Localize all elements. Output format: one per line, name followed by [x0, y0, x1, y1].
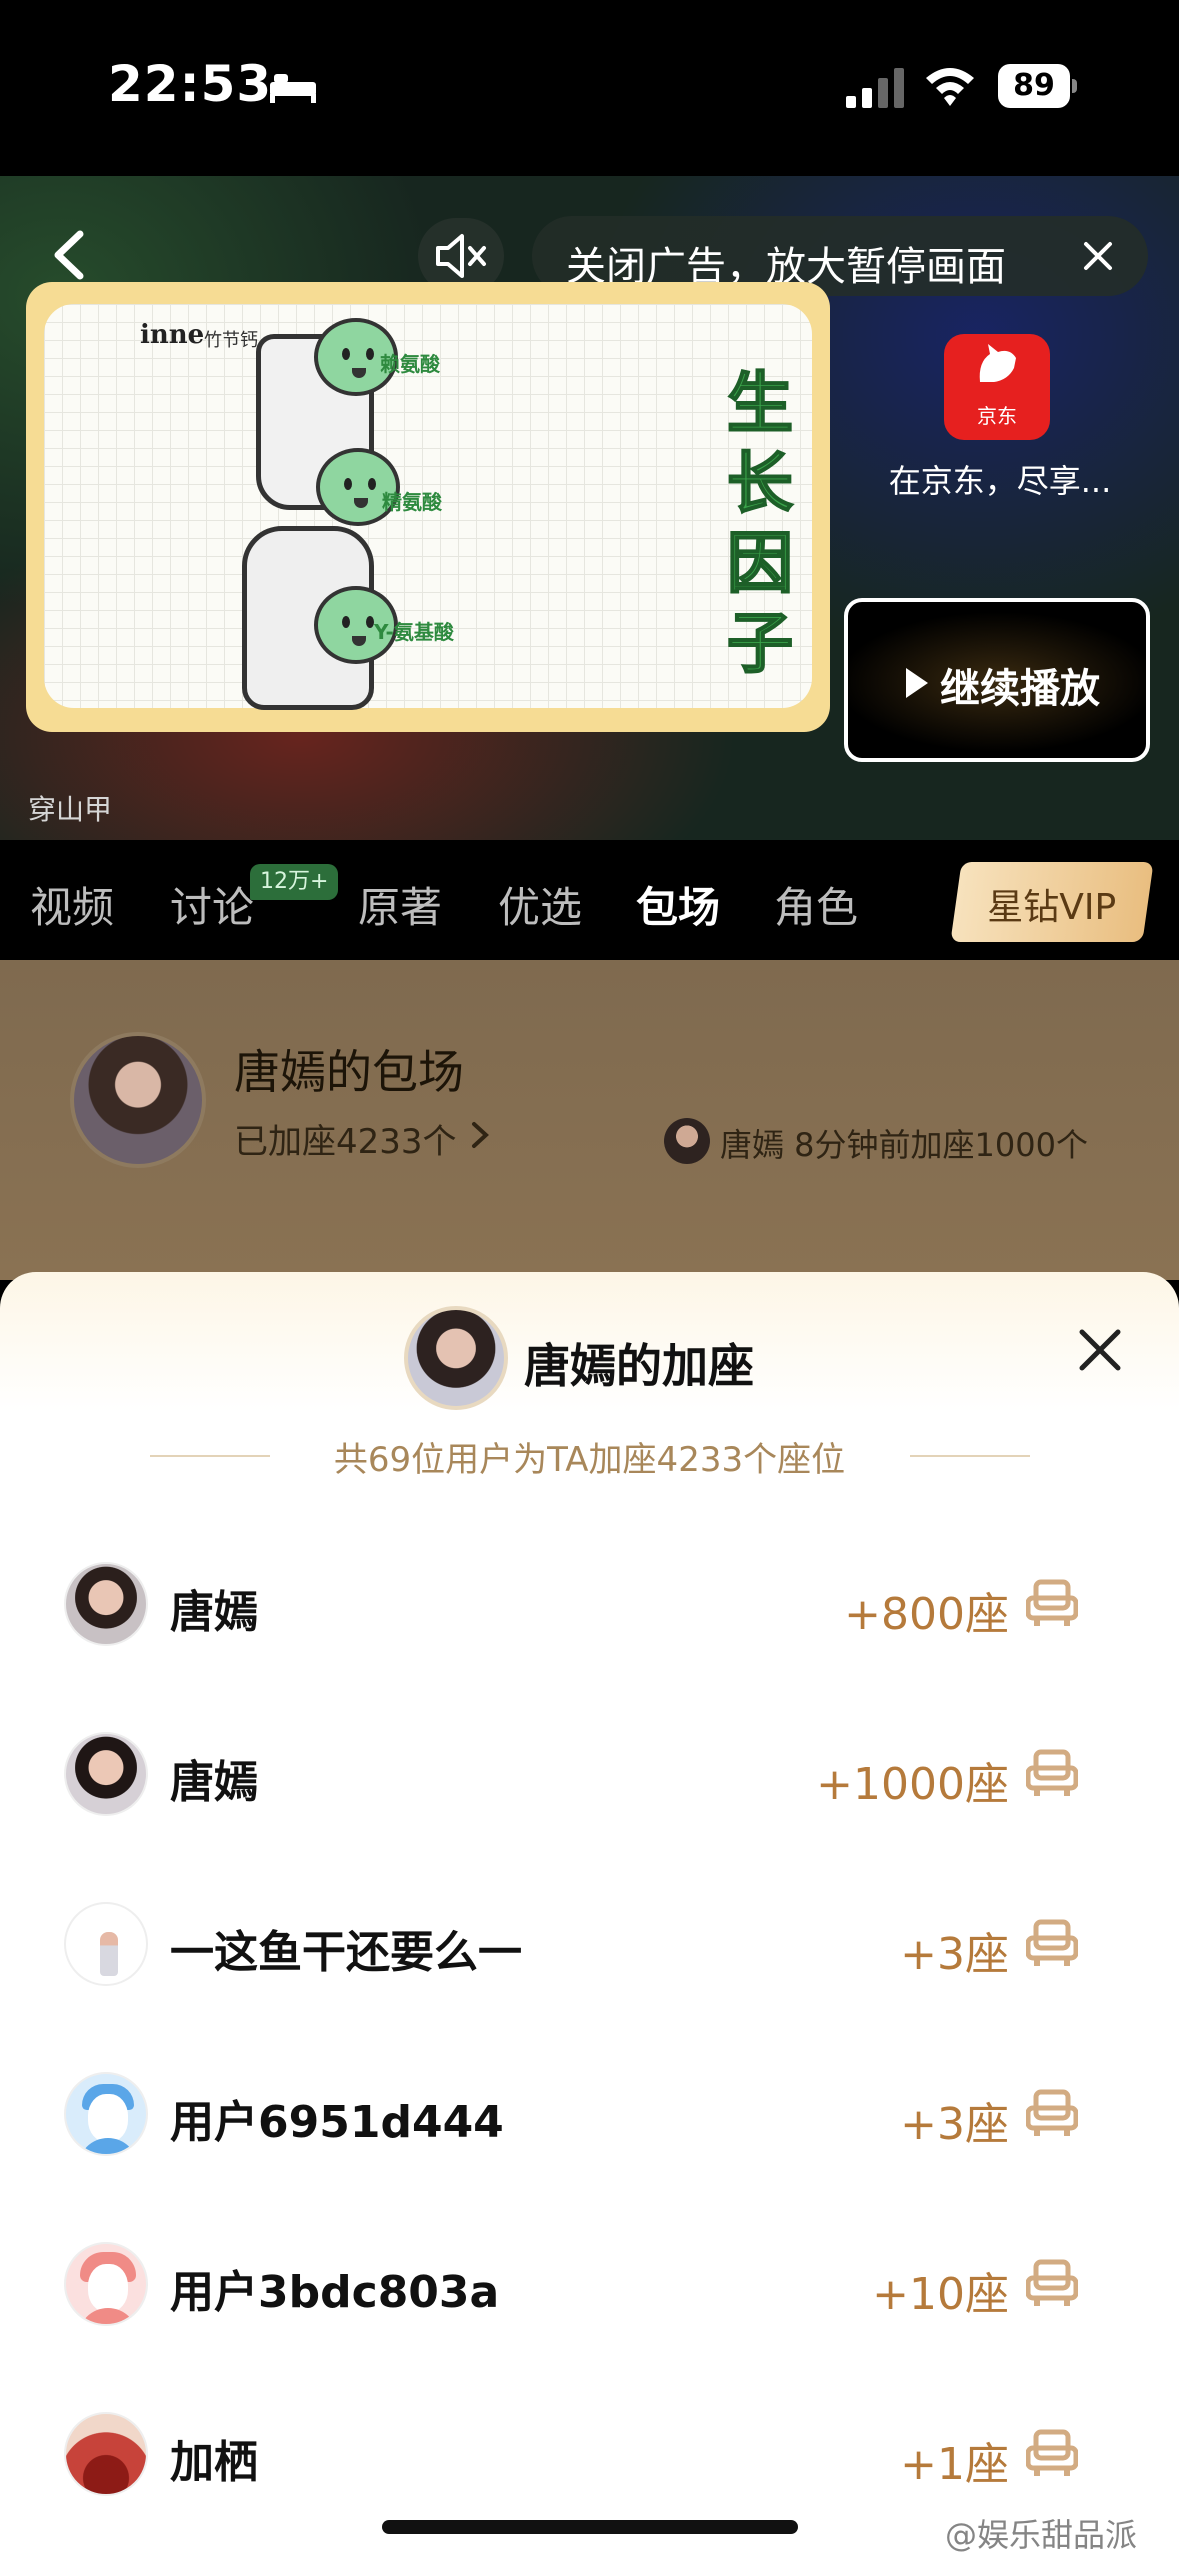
ad-banner[interactable]: inne 竹节钙 赖氨酸 精氨酸 Y-氨基酸 生长因子 — [26, 282, 830, 732]
tab-package[interactable]: 包场 — [636, 874, 720, 935]
user-avatar[interactable] — [64, 1732, 148, 1816]
seat-icon — [1026, 2429, 1078, 2476]
ball-label-2: 精氨酸 — [382, 490, 442, 514]
list-item[interactable]: 用户3bdc803a +10座 — [0, 2212, 1179, 2362]
sheet-host-avatar — [404, 1306, 508, 1410]
video-player[interactable]: 关闭广告，放大暂停画面 inne 竹节钙 赖氨酸 精氨酸 Y-氨基酸 生长因子 — [0, 176, 1179, 840]
recent-activity-text: 唐嫣 8分钟前加座1000个 — [720, 1126, 1088, 1164]
seat-count: +3座 — [900, 1929, 1009, 1980]
seat-icon — [1026, 2089, 1078, 2136]
watermark: @娱乐甜品派 — [945, 2516, 1138, 2554]
battery-indicator: 89 — [998, 64, 1078, 108]
user-name: 用户6951d444 — [170, 2097, 504, 2148]
seat-icon — [1026, 2259, 1078, 2306]
user-name: 用户3bdc803a — [170, 2267, 500, 2318]
ball-label-1: 赖氨酸 — [380, 352, 440, 376]
cellular-signal-icon — [846, 68, 904, 108]
package-seat-count[interactable]: 已加座4233个 — [234, 1114, 457, 1163]
tab-video[interactable]: 视频 — [30, 874, 114, 935]
list-item[interactable]: 用户6951d444 +3座 — [0, 2042, 1179, 2192]
seat-count: +3座 — [900, 2099, 1009, 2150]
user-name: 加栖 — [170, 2437, 258, 2488]
seat-count: +1座 — [900, 2439, 1009, 2490]
user-name: 一这鱼干还要么一 — [170, 1927, 522, 1978]
user-avatar[interactable] — [64, 1562, 148, 1646]
ad-network-label: 穿山甲 — [28, 793, 113, 826]
tab-bar: 视频 讨论 12万+ 原著 优选 包场 角色 星钻VIP — [0, 840, 1179, 960]
sheet-title: 唐嫣的加座 — [524, 1339, 754, 1393]
seat-count: +800座 — [844, 1589, 1009, 1640]
avatar-shirt — [78, 2138, 138, 2154]
sponsor-logo[interactable]: 京东 — [944, 334, 1050, 440]
list-item[interactable]: 一这鱼干还要么一 +3座 — [0, 1872, 1179, 2022]
close-icon[interactable] — [1074, 1324, 1126, 1376]
ad-brand-logo: inne — [140, 320, 205, 350]
seat-icon — [1026, 1749, 1078, 1796]
list-item[interactable]: 唐嫣 +800座 — [0, 1532, 1179, 1682]
discussion-count-badge: 12万+ — [250, 864, 339, 900]
package-title: 唐嫣的包场 — [234, 1045, 464, 1099]
sleep-focus-icon — [270, 74, 316, 103]
chevron-right-icon — [472, 1122, 489, 1148]
user-avatar-default-girl[interactable] — [64, 2242, 148, 2326]
sponsor-slogan[interactable]: 在京东，尽享... — [884, 456, 1116, 502]
back-arrow-icon[interactable] — [40, 222, 100, 288]
recent-activity-avatar — [664, 1118, 710, 1164]
ball-label-3: Y-氨基酸 — [374, 620, 454, 644]
user-name: 唐嫣 — [170, 1587, 258, 1638]
vip-label: 星钻VIP — [987, 887, 1117, 928]
avatar-face — [88, 2264, 128, 2312]
battery-tip — [1072, 79, 1077, 93]
avatar-face — [88, 2094, 128, 2142]
tab-characters[interactable]: 角色 — [774, 874, 858, 935]
status-bar: 22:53 89 — [0, 0, 1179, 176]
user-avatar[interactable] — [64, 1902, 148, 1986]
wifi-icon — [926, 68, 974, 106]
tab-selection[interactable]: 优选 — [498, 874, 582, 935]
seat-count: +1000座 — [816, 1759, 1009, 1810]
user-avatar[interactable] — [64, 2412, 148, 2496]
user-name: 唐嫣 — [170, 1757, 258, 1808]
ad-big-title: 生长因子 — [726, 364, 794, 683]
status-time: 22:53 — [108, 55, 273, 113]
vip-button[interactable]: 星钻VIP — [950, 862, 1154, 942]
seat-count: +10座 — [872, 2269, 1009, 2320]
home-indicator[interactable] — [382, 2520, 798, 2534]
host-avatar[interactable] — [70, 1032, 206, 1168]
continue-playing-label: 继续播放 — [940, 666, 1100, 712]
seat-icon — [1026, 1919, 1078, 1966]
tab-discussion[interactable]: 讨论 — [170, 874, 254, 935]
avatar-shirt — [78, 2308, 138, 2324]
sponsor-logo-text: 京东 — [977, 404, 1017, 428]
close-icon — [1084, 242, 1112, 270]
ad-brand-sub: 竹节钙 — [204, 330, 258, 351]
play-icon — [906, 668, 928, 698]
package-header: 唐嫣的包场 已加座4233个 唐嫣 8分钟前加座1000个 — [0, 960, 1179, 1280]
summary-divider-right — [910, 1455, 1030, 1457]
jd-dog-icon — [979, 344, 1016, 382]
battery-level: 89 — [998, 64, 1070, 108]
seat-icon — [1026, 1579, 1078, 1626]
user-avatar-default-boy[interactable] — [64, 2072, 148, 2156]
seat-list-sheet: 唐嫣的加座 共69位用户为TA加座4233个座位 唐嫣 +800座 唐嫣 +10… — [0, 1272, 1179, 2556]
tab-original-novel[interactable]: 原著 — [358, 874, 442, 935]
list-item[interactable]: 唐嫣 +1000座 — [0, 1702, 1179, 1852]
ad-image: inne 竹节钙 赖氨酸 精氨酸 Y-氨基酸 生长因子 — [44, 304, 812, 710]
continue-playing-button[interactable]: 继续播放 — [844, 598, 1150, 762]
